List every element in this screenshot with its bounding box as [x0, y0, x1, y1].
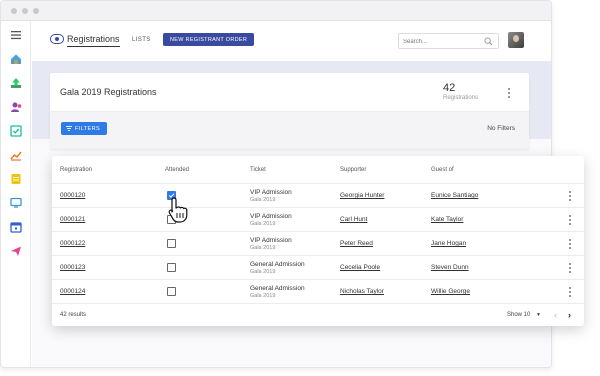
upload-icon[interactable] — [8, 75, 24, 91]
column-header-supporter[interactable]: Supporter — [340, 167, 366, 173]
filters-button[interactable]: FILTERS — [61, 122, 108, 135]
search-box — [398, 33, 499, 49]
ticket-type: General Admission — [250, 261, 305, 268]
nav-registrations[interactable]: Registrations — [67, 34, 120, 47]
filters-bar: FILTERS No Filters — [50, 112, 529, 149]
table-row[interactable]: 0000120 VIP Admission Gala 2019 Georgia … — [52, 183, 584, 207]
summary-card: Gala 2019 Registrations 42 Registrations… — [50, 73, 529, 149]
row-more-icon[interactable] — [568, 215, 572, 225]
top-header: Registrations LISTS NEW REGISTRANT ORDER — [32, 21, 551, 61]
next-page-icon[interactable]: › — [568, 310, 571, 320]
supporter-link[interactable]: Cecelia Poole — [340, 264, 380, 271]
row-more-icon[interactable] — [568, 191, 572, 201]
window-control-dot[interactable] — [33, 7, 39, 14]
home-icon[interactable] — [8, 51, 24, 67]
registrations-count-label: Registrations — [443, 95, 479, 101]
calendar-icon[interactable] — [8, 219, 24, 235]
dropdown-caret-icon[interactable]: ▼ — [536, 312, 541, 318]
table-row[interactable]: 0000124 General Admission Gala 2019 Nich… — [52, 279, 584, 303]
column-header-ticket[interactable]: Ticket — [250, 167, 266, 173]
chart-icon[interactable] — [8, 147, 24, 163]
guest-of-link[interactable]: Kate Taylor — [431, 216, 463, 223]
table-row[interactable]: 0000123 General Admission Gala 2019 Cece… — [52, 255, 584, 279]
window-control-dot[interactable] — [22, 7, 28, 14]
page-size-select[interactable]: Show 10 — [507, 312, 530, 318]
ticket-type: VIP Admission — [250, 213, 292, 220]
registrations-count: 42 — [443, 82, 456, 94]
notes-icon[interactable] — [8, 171, 24, 187]
send-icon[interactable] — [8, 243, 24, 259]
avatar-face — [513, 35, 519, 42]
row-more-icon[interactable] — [568, 263, 572, 273]
filters-button-label: FILTERS — [75, 125, 101, 132]
ticket-event: Gala 2019 — [250, 197, 276, 203]
previous-page-icon[interactable]: ‹ — [554, 310, 557, 320]
ticket-type: General Admission — [250, 285, 305, 292]
nav-lists[interactable]: LISTS — [132, 37, 151, 43]
supporter-link[interactable]: Nicholas Taylor — [340, 288, 384, 295]
table-footer: 42 results Show 10 ▼ ‹ › — [52, 303, 584, 326]
registration-link[interactable]: 0000122 — [60, 240, 85, 247]
column-header-guest-of[interactable]: Guest of — [431, 167, 454, 173]
avatar[interactable] — [508, 32, 524, 48]
filters-status: No Filters — [487, 125, 515, 132]
ticket-event: Gala 2019 — [250, 269, 276, 275]
registrations-logo-icon — [50, 34, 64, 44]
row-more-icon[interactable] — [568, 287, 572, 297]
page-title: Gala 2019 Registrations — [60, 87, 157, 97]
search-input[interactable] — [403, 36, 483, 47]
monitor-icon[interactable] — [8, 195, 24, 211]
ticket-event: Gala 2019 — [250, 221, 276, 227]
row-more-icon[interactable] — [568, 239, 572, 249]
table-row[interactable]: 0000122 VIP Admission Gala 2019 Peter Re… — [52, 231, 584, 255]
filter-icon — [66, 126, 72, 131]
ticket-event: Gala 2019 — [250, 293, 276, 299]
supporter-link[interactable]: Carl Hunt — [340, 216, 367, 223]
ticket-event: Gala 2019 — [250, 245, 276, 251]
supporter-link[interactable]: Peter Reed — [340, 240, 373, 247]
new-registrant-order-button[interactable]: NEW REGISTRANT ORDER — [163, 33, 255, 46]
guest-of-link[interactable]: Steven Dunn — [431, 264, 469, 271]
sidebar — [1, 21, 31, 367]
people-icon[interactable] — [8, 99, 24, 115]
registration-link[interactable]: 0000124 — [60, 288, 85, 295]
registration-link[interactable]: 0000123 — [60, 264, 85, 271]
ticket-type: VIP Admission — [250, 189, 292, 196]
supporter-link[interactable]: Georgia Hunter — [340, 192, 384, 199]
menu-icon[interactable] — [8, 27, 24, 43]
registration-link[interactable]: 0000120 — [60, 192, 85, 199]
hand-cursor-icon — [168, 197, 188, 223]
search-icon[interactable] — [484, 37, 493, 46]
column-header-attended[interactable]: Attended — [165, 167, 189, 173]
attended-checkbox[interactable] — [167, 287, 176, 296]
guest-of-link[interactable]: Willie George — [431, 288, 470, 295]
guest-of-link[interactable]: Eunice Santiago — [431, 192, 478, 199]
column-header-registration[interactable]: Registration — [60, 167, 92, 173]
more-options-icon[interactable] — [506, 87, 512, 99]
attended-checkbox[interactable] — [167, 239, 176, 248]
window-control-dot[interactable] — [11, 7, 17, 14]
table-row[interactable]: 0000121 VIP Admission Gala 2019 Carl Hun… — [52, 207, 584, 231]
ticket-type: VIP Admission — [250, 237, 292, 244]
checklist-icon[interactable] — [8, 123, 24, 139]
registration-link[interactable]: 0000121 — [60, 216, 85, 223]
guest-of-link[interactable]: Jane Hogan — [431, 240, 466, 247]
registrations-table: Registration Attended Ticket Supporter G… — [52, 156, 584, 326]
attended-checkbox[interactable] — [167, 263, 176, 272]
results-count: 42 results — [60, 312, 87, 318]
window-titlebar — [1, 1, 551, 21]
